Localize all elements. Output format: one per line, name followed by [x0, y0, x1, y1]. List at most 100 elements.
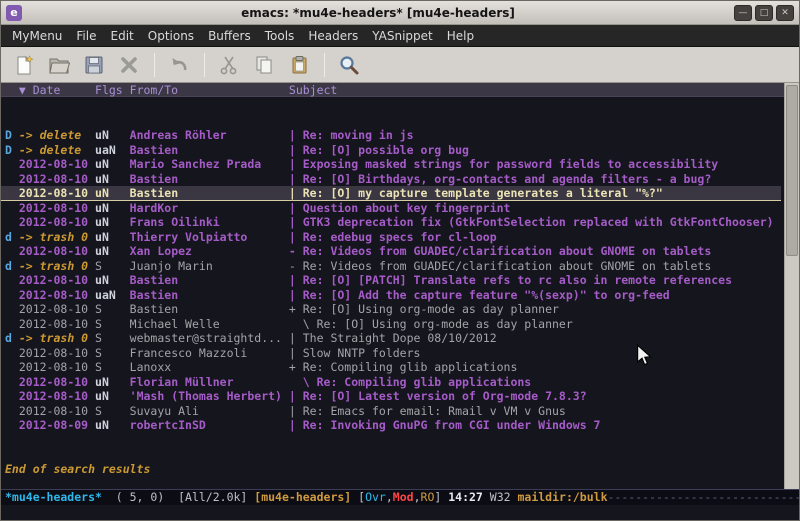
message-flags: uN [95, 244, 130, 258]
message-date: 2012-08-10 [19, 273, 95, 287]
menu-item-mymenu[interactable]: MyMenu [5, 26, 69, 46]
mode-line: *mu4e-headers* ( 5, 0) [All/2.0k] [mu4e-… [1, 489, 799, 505]
message-row[interactable]: 2012-08-10 S Bastien + Re: [O] Using org… [1, 302, 781, 317]
message-flags: uaN [95, 288, 130, 302]
message-mark [5, 418, 19, 432]
message-row[interactable]: D -> delete uN Andreas Röhler | Re: movi… [1, 128, 781, 143]
message-mark: D [5, 143, 19, 157]
menu-item-yasnippet[interactable]: YASnippet [365, 26, 440, 46]
open-folder-icon [48, 54, 70, 76]
message-row[interactable]: 2012-08-10 uN Xan Lopez - Re: Videos fro… [1, 244, 781, 259]
message-row[interactable]: 2012-08-10 uN Frans Oilinki | GTK3 depre… [1, 215, 781, 230]
message-date: -> trash 0 [19, 259, 95, 273]
new-file-button[interactable] [9, 50, 39, 80]
kill-buffer-button[interactable] [114, 50, 144, 80]
message-flags: uN [95, 201, 130, 215]
message-mark [5, 389, 19, 403]
paste-icon [288, 54, 310, 76]
message-mark [5, 186, 19, 200]
save-icon [83, 54, 105, 76]
echo-area [1, 505, 799, 520]
emacs-icon[interactable]: e [6, 5, 22, 21]
message-row[interactable]: 2012-08-10 S Lanoxx + Re: Compiling glib… [1, 360, 781, 375]
message-mark [5, 360, 19, 374]
headers-list: D -> delete uN Andreas Röhler | Re: movi… [1, 128, 781, 433]
message-date: 2012-08-10 [19, 215, 95, 229]
menu-item-options[interactable]: Options [141, 26, 201, 46]
message-from: Lanoxx [130, 360, 289, 374]
copy-icon [253, 54, 275, 76]
message-flags: S [95, 360, 130, 374]
open-file-button[interactable] [44, 50, 74, 80]
message-date: 2012-08-10 [19, 360, 95, 374]
menu-item-edit[interactable]: Edit [104, 26, 141, 46]
mode-line-segment: W32 [483, 490, 518, 504]
message-subject: | Question about key fingerprint [289, 201, 511, 215]
message-subject: + Re: Compiling glib applications [289, 360, 517, 374]
message-row[interactable]: d -> trash 0 S webmaster@straightd... | … [1, 331, 781, 346]
scrollbar[interactable] [784, 83, 799, 489]
scrollbar-thumb[interactable] [786, 85, 798, 256]
message-row[interactable]: 2012-08-10 uN Bastien | Re: [O] [PATCH] … [1, 273, 781, 288]
message-flags: uN [95, 215, 130, 229]
message-row[interactable]: 2012-08-10 uN Mario Sanchez Prada | Expo… [1, 157, 781, 172]
message-subject: | Re: moving in js [289, 128, 414, 142]
close-button[interactable]: ✕ [776, 5, 794, 21]
message-row[interactable]: d -> trash 0 S Juanjo Marin - Re: Videos… [1, 259, 781, 274]
buffer[interactable]: D -> delete uN Andreas Röhler | Re: movi… [1, 97, 799, 489]
message-row[interactable]: 2012-08-10 uN Florian Müllner \ Re: Comp… [1, 375, 781, 390]
message-row[interactable]: 2012-08-10 uN Bastien | Re: [O] my captu… [1, 186, 781, 201]
message-subject: - Re: Videos from GUADEC/clarification a… [289, 259, 711, 273]
cut-button[interactable] [214, 50, 244, 80]
menu-item-buffers[interactable]: Buffers [201, 26, 258, 46]
message-date: -> trash 0 [19, 230, 95, 244]
message-row[interactable]: 2012-08-09 uN robertcInSD | Re: Invoking… [1, 418, 781, 433]
message-date: 2012-08-09 [19, 418, 95, 432]
message-mark: d [5, 259, 19, 273]
end-of-results: End of search results [1, 462, 781, 477]
message-row[interactable]: 2012-08-10 uN HardKor | Question about k… [1, 201, 781, 216]
message-date: -> trash 0 [19, 331, 95, 345]
copy-button[interactable] [249, 50, 279, 80]
message-flags: uN [95, 230, 130, 244]
message-subject: | Re: edebug specs for cl-loop [289, 230, 497, 244]
message-from: Bastien [130, 186, 289, 200]
menu-item-help[interactable]: Help [440, 26, 481, 46]
message-subject: | Exposing masked strings for password f… [289, 157, 718, 171]
new-file-icon [13, 54, 35, 76]
message-from: Bastien [130, 172, 289, 186]
message-subject: + Re: [O] Using org-mode as day planner [289, 302, 559, 316]
mode-line-segment: [mu4e-headers] [254, 490, 351, 504]
message-row[interactable]: 2012-08-10 S Suvayu Ali | Re: Emacs for … [1, 404, 781, 419]
mode-line-segment: , [414, 490, 421, 504]
message-mark [5, 375, 19, 389]
menu-item-file[interactable]: File [69, 26, 103, 46]
message-flags: S [95, 302, 130, 316]
menu-item-headers[interactable]: Headers [301, 26, 365, 46]
message-from: 'Mash (Thomas Herbert) [130, 389, 289, 403]
message-row[interactable]: 2012-08-10 uN 'Mash (Thomas Herbert) | R… [1, 389, 781, 404]
minimize-button[interactable]: — [734, 5, 752, 21]
message-mark [5, 201, 19, 215]
emacs-frame: ▼ Date Flgs From/To Subject D -> delete … [1, 83, 799, 520]
message-row[interactable]: 2012-08-10 uaN Bastien | Re: [O] Add the… [1, 288, 781, 303]
titlebar: e emacs: *mu4e-headers* [mu4e-headers] —… [1, 1, 799, 25]
window-title: emacs: *mu4e-headers* [mu4e-headers] [22, 6, 734, 20]
message-row[interactable]: 2012-08-10 S Francesco Mazzoli | Slow NN… [1, 346, 781, 361]
menu-item-tools[interactable]: Tools [258, 26, 302, 46]
message-row[interactable]: d -> trash 0 uN Thierry Volpiatto | Re: … [1, 230, 781, 245]
message-row[interactable]: 2012-08-10 S Michael Welle \ Re: [O] Usi… [1, 317, 781, 332]
save-button[interactable] [79, 50, 109, 80]
header-col-flags: Flgs [95, 83, 130, 97]
message-flags: uN [95, 273, 130, 287]
message-from: HardKor [130, 201, 289, 215]
message-row[interactable]: D -> delete uaN Bastien | Re: [O] possib… [1, 143, 781, 158]
message-subject: | The Straight Dope 08/10/2012 [289, 331, 497, 345]
search-button[interactable] [334, 50, 364, 80]
undo-button[interactable] [164, 50, 194, 80]
message-from: webmaster@straightd... [130, 331, 289, 345]
paste-button[interactable] [284, 50, 314, 80]
message-flags: uN [95, 389, 130, 403]
message-row[interactable]: 2012-08-10 uN Bastien | Re: [O] Birthday… [1, 172, 781, 187]
maximize-button[interactable]: □ [755, 5, 773, 21]
